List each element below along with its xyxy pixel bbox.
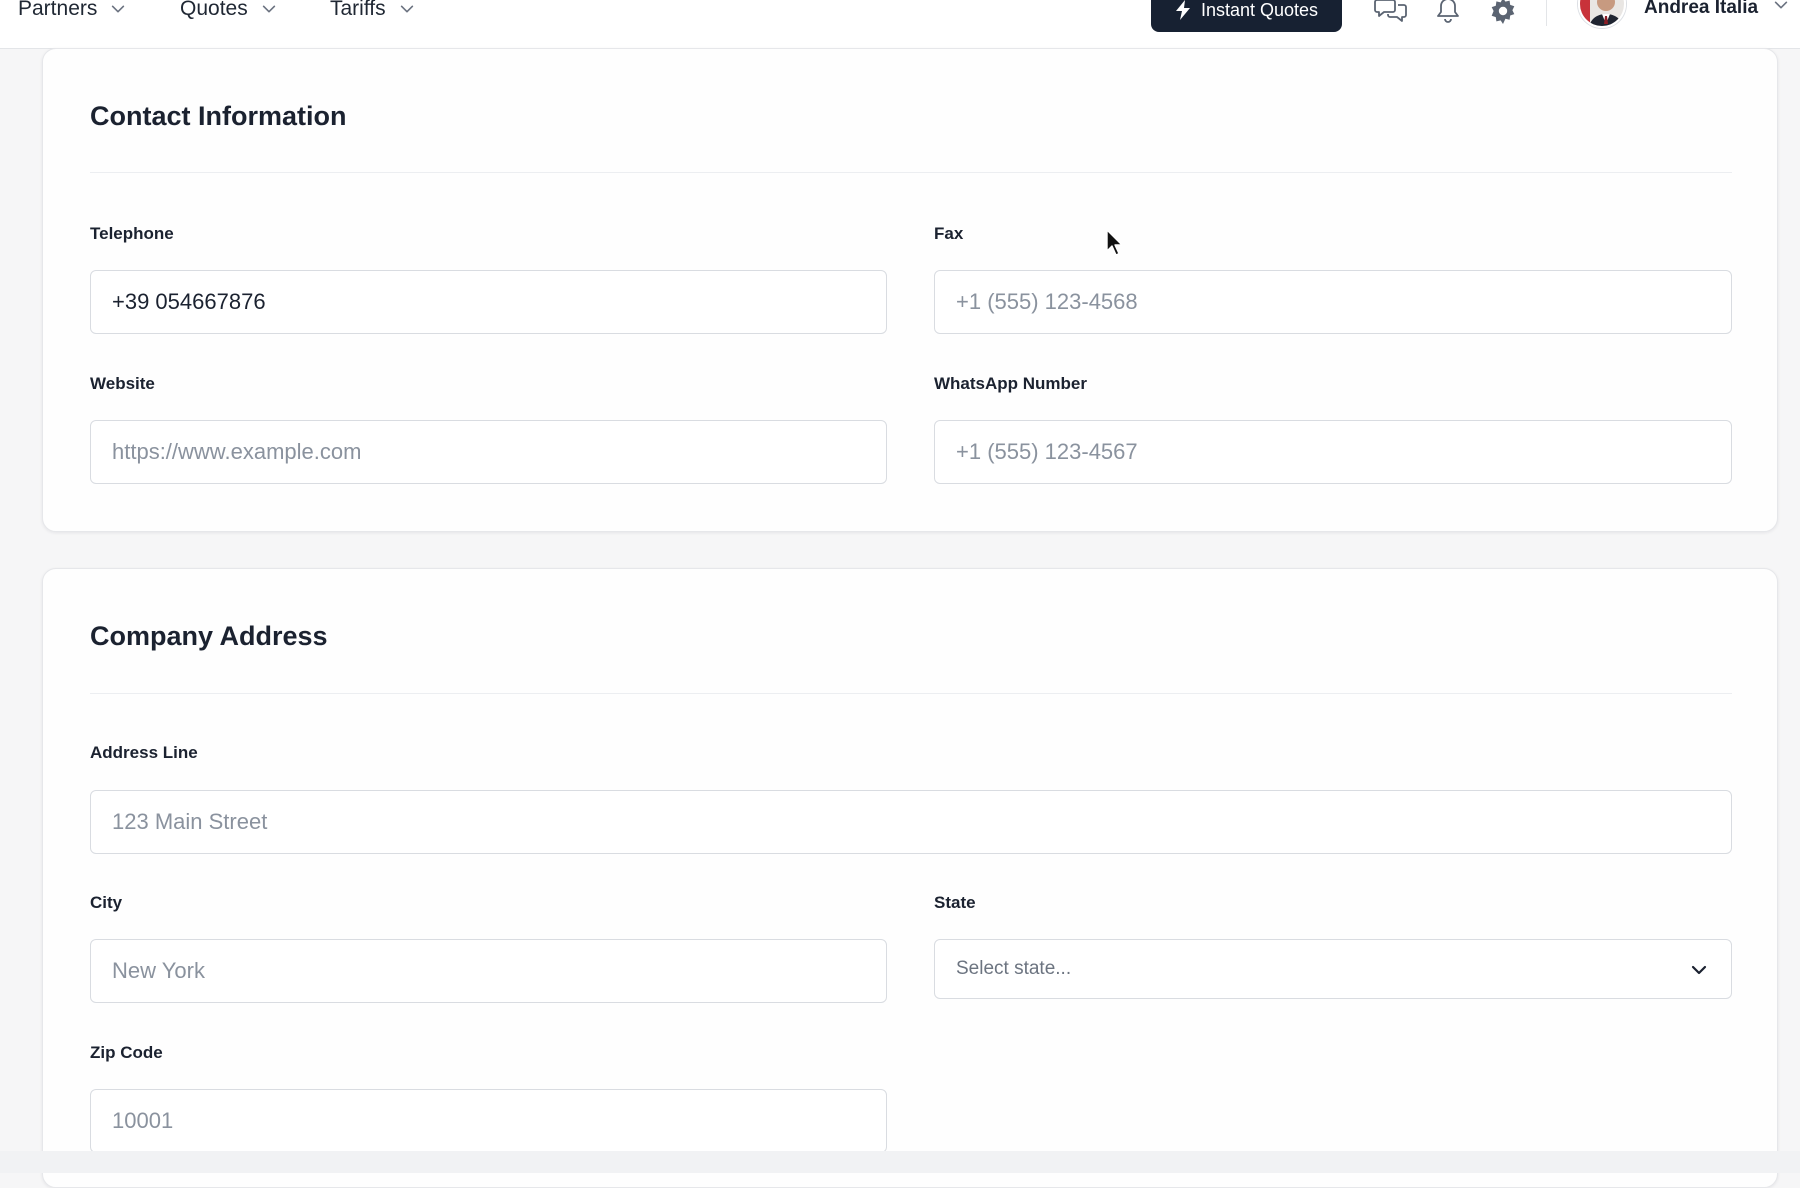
bell-icon [1437,0,1459,23]
messages-button[interactable] [1373,0,1409,28]
fax-input[interactable] [934,270,1732,334]
telephone-label: Telephone [90,224,174,243]
nav-quotes[interactable]: Quotes [180,0,278,24]
top-navbar: Partners Quotes Tariffs Instant Quotes A… [0,0,1800,49]
chat-icon [1374,0,1407,22]
section-divider [90,172,1732,173]
section-title: Contact Information [90,101,347,131]
company-address-card: Company Address Address Line City State … [42,568,1778,1188]
state-select[interactable]: Select state... [934,939,1732,999]
page-bottom-edge [0,1151,1800,1173]
nav-tariffs-label: Tariffs [330,0,386,20]
address-line-label: Address Line [90,743,198,762]
whatsapp-label: WhatsApp Number [934,374,1087,393]
nav-quotes-label: Quotes [180,0,248,20]
address-line-input[interactable] [90,790,1732,854]
state-label: State [934,893,976,912]
contact-information-card: Contact Information Telephone Fax Websit… [42,48,1778,532]
zip-code-label: Zip Code [90,1043,163,1062]
chevron-down-icon [1691,965,1707,975]
chevron-down-icon [112,5,125,13]
city-label: City [90,893,123,912]
lightning-icon [1175,0,1190,20]
state-select-value: Select state... [956,958,1072,979]
nav-partners[interactable]: Partners [18,0,127,24]
chevron-down-icon [262,5,275,13]
notifications-button[interactable] [1430,0,1466,28]
user-name[interactable]: Andrea Italia [1644,0,1758,22]
nav-partners-label: Partners [18,0,98,20]
nav-tariffs[interactable]: Tariffs [330,0,416,24]
user-photo-icon [1580,0,1624,26]
section-title: Company Address [90,621,328,651]
gear-icon [1491,0,1515,24]
mouse-pointer-icon [1106,229,1123,256]
instant-quotes-button[interactable]: Instant Quotes [1151,0,1342,32]
avatar[interactable] [1578,0,1626,28]
chevron-down-icon [400,5,413,13]
telephone-input[interactable] [90,270,887,334]
city-input[interactable] [90,939,887,1003]
whatsapp-input[interactable] [934,420,1732,484]
zip-code-input[interactable] [90,1089,887,1153]
settings-button[interactable] [1485,0,1521,28]
nav-divider [1546,0,1547,26]
section-divider [90,693,1732,694]
instant-quotes-label: Instant Quotes [1200,0,1319,20]
chevron-down-icon[interactable] [1772,0,1790,14]
website-label: Website [90,374,155,393]
fax-label: Fax [934,224,964,243]
website-input[interactable] [90,420,887,484]
